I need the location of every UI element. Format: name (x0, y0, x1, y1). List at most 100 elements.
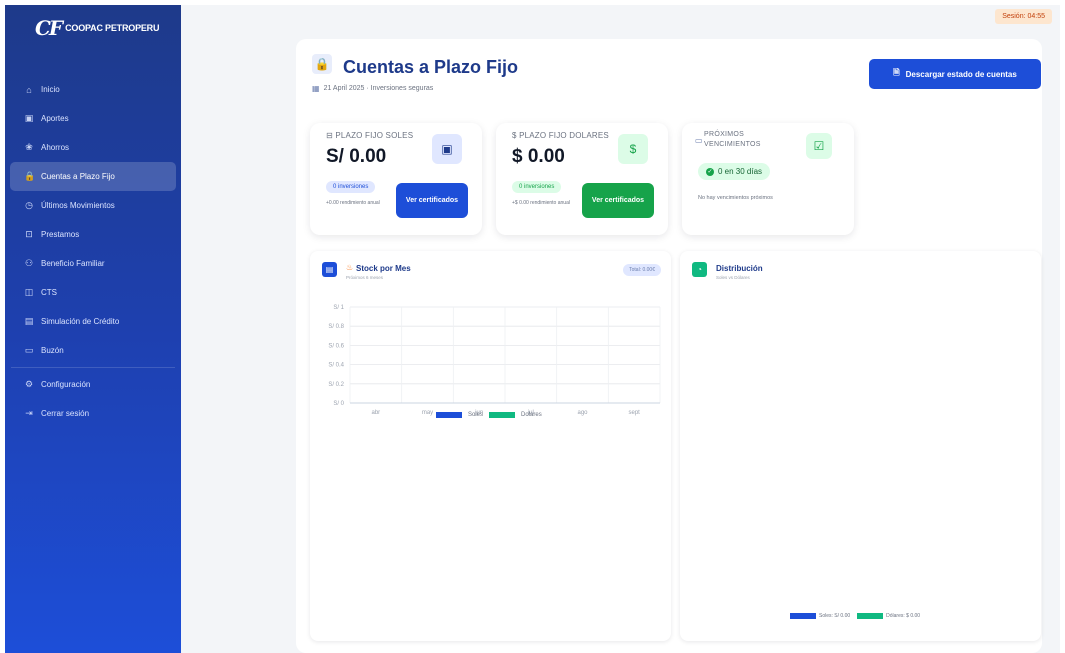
card-dolares-note: +$ 0.00 rendimiento anual (512, 200, 570, 206)
y-tick-label: S/ 1 (333, 305, 344, 311)
download-statement-label: Descargar estado de cuentas (905, 69, 1017, 79)
legend-dolares-swatch (489, 412, 516, 418)
x-tick-label: may (422, 410, 433, 416)
dist-legend-dolares-swatch (857, 613, 884, 619)
view-certificates-soles-button[interactable]: Ver certificados (396, 183, 468, 218)
y-tick-label: S/ 0.6 (328, 343, 344, 349)
document-icon: 🗎 (893, 68, 900, 77)
legend-dolares-label: Dolares (521, 412, 542, 418)
sidebar-item-beneficio-familiar[interactable]: ⚇ Beneficio Familiar (10, 249, 176, 278)
page-subtitle: ▦ 21 April 2025 · Inversiones seguras (312, 84, 433, 93)
brand-logo[interactable]: CF COOPAC PETROPERU (5, 5, 181, 51)
content-panel: 🔒 Cuentas a Plazo Fijo ▦ 21 April 2025 ·… (296, 39, 1042, 653)
stock-chart-legend: Soles Dolares (436, 412, 542, 418)
calendar-check-icon: ☑ (806, 133, 832, 159)
sidebar-item-label: Configuración (41, 380, 91, 389)
stock-chart-title: Stock por Mes (356, 264, 411, 273)
sidebar-item-label: Aportes (41, 114, 69, 123)
briefcase-icon: ⊡ (25, 229, 33, 239)
y-tick-label: S/ 0.8 (328, 324, 344, 330)
sidebar-item-buzon[interactable]: ▭ Buzón (10, 336, 176, 365)
sidebar-item-cuentas-a-plazo-fijo[interactable]: 🔒 Cuentas a Plazo Fijo (10, 162, 176, 191)
sidebar-item-inicio[interactable]: ⌂ Inicio (10, 75, 176, 104)
card-soles-note: +0.00 rendimiento anual (326, 200, 380, 206)
lock-icon: 🔒 (312, 54, 332, 74)
menu-separator (11, 367, 175, 368)
people-icon: ⚇ (24, 258, 34, 268)
dist-legend-dolares-label: Dólares: $ 0.00 (886, 613, 921, 619)
sidebar-item-simulacion-de-credito[interactable]: ▤ Simulación de Crédito (10, 307, 176, 336)
view-certificates-dolares-button[interactable]: Ver certificados (582, 183, 654, 218)
distribution-subtitle: Soles vs Dólares (716, 275, 750, 280)
card-proximos-vencimientos: ▭ PRÓXIMOS VENCIMIENTOS ☑ ✓ 0 en 30 días… (682, 123, 854, 235)
stock-chart: S/ 0S/ 0.2S/ 0.4S/ 0.6S/ 0.8S/ 1abr may ju… (328, 305, 661, 416)
chart-icon: ▤ (322, 262, 337, 277)
home-icon: ⌂ (26, 84, 32, 95)
distribution-legend: Soles: S/ 0.00 Dólares: $ 0.00 (790, 613, 920, 619)
card-icon: ▣ (24, 113, 34, 123)
stock-chart-panel: ▤ ♨ Stock por Mes Próximos 6 meses Total… (310, 251, 671, 641)
stock-total-tag: Total: 0.00€ (623, 264, 661, 276)
clock-icon: ◷ (25, 200, 33, 210)
sidebar-item-label: Beneficio Familiar (41, 259, 105, 268)
brand-name: COOPAC PETROPERU (65, 23, 160, 33)
y-tick-label: S/ 0.4 (328, 363, 344, 369)
fire-icon: ♨ (346, 263, 354, 272)
card-vencimientos-note: No hay vencimientos próximos (698, 195, 773, 201)
logo-mark: CF (35, 16, 63, 40)
gift-icon: ❀ (25, 142, 33, 152)
y-tick-label: S/ 0.2 (328, 382, 344, 388)
sidebar-item-prestamos[interactable]: ⊡ Prestamos (10, 220, 176, 249)
card-soles-icon: ⊟ (326, 131, 333, 140)
card-plazo-fijo-soles: ⊟ PLAZO FIJO SOLES S/ 0.00 ▣ 0 inversion… (310, 123, 482, 235)
stock-chart-subtitle: Próximos 6 meses (346, 275, 384, 280)
card-vencimientos-label: PRÓXIMOS VENCIMIENTOS (704, 131, 761, 148)
x-tick-label: abr (371, 410, 380, 416)
sidebar-item-label: Cerrar sesión (41, 409, 90, 418)
session-timer: Sesión: 04:55 (995, 9, 1052, 24)
card-plazo-fijo-dolares: $ PLAZO FIJO DOLARES $ 0.00 $ 0 inversio… (496, 123, 668, 235)
sidebar-item-label: Últimos Movimientos (41, 201, 115, 210)
sidebar-item-ahorros[interactable]: ❀ Ahorros (10, 133, 176, 162)
logout-icon: ⇥ (25, 408, 33, 418)
card-soles-label-text: PLAZO FIJO SOLES (335, 131, 414, 140)
download-statement-button[interactable]: 🗎 Descargar estado de cuentas (869, 59, 1041, 89)
calendar-icon: ▦ (312, 84, 320, 93)
card-soles-label: ⊟ PLAZO FIJO SOLES (326, 131, 413, 140)
card-soles-investments-badge: 0 inversiones (326, 181, 376, 193)
distribution-title: Distribución (716, 264, 763, 273)
page-title: Cuentas a Plazo Fijo (343, 57, 519, 77)
calendar-small-icon: ▭ (695, 136, 703, 145)
card-dolares-investments-badge: 0 inversiones (512, 181, 562, 193)
sidebar-item-aportes[interactable]: ▣ Aportes (10, 104, 176, 133)
dist-legend-soles-label: Soles: S/ 0.00 (819, 613, 851, 619)
wallet-icon: ◫ (24, 287, 34, 297)
y-tick-label: S/ 0 (333, 401, 344, 407)
sidebar-item-configuracion[interactable]: ⚙ Configuración (10, 370, 176, 399)
dist-legend-soles-swatch (790, 613, 816, 619)
check-circle-icon: ✓ (706, 167, 714, 176)
page-subtitle-text: 21 April 2025 · Inversiones seguras (323, 85, 434, 92)
inbox-icon: ▭ (24, 345, 34, 355)
distribution-panel: ◔ Distribución Soles vs Dólares Soles: S… (680, 251, 1041, 641)
vencimientos-30-days-text: 0 en 30 días (718, 167, 763, 176)
sidebar-item-cts[interactable]: ◫ CTS (10, 278, 176, 307)
sidebar-item-label: Cuentas a Plazo Fijo (41, 172, 115, 181)
sidebar-item-label: Buzón (41, 346, 64, 355)
legend-soles-swatch (436, 412, 462, 418)
legend-soles-label: Soles (468, 412, 484, 418)
sidebar-item-label: CTS (41, 288, 57, 297)
sidebar-item-ultimos-movimientos[interactable]: ◷ Últimos Movimientos (10, 191, 176, 220)
x-tick-label: sept (628, 410, 640, 416)
sidebar-item-label: Prestamos (41, 230, 80, 239)
lock-icon: 🔒 (24, 171, 36, 181)
dollar-icon: $ (618, 134, 648, 164)
money-icon: ▣ (432, 134, 462, 164)
x-tick-label: ago (577, 410, 588, 416)
calculator-icon: ▤ (24, 316, 34, 326)
vencimientos-30-days-badge: ✓ 0 en 30 días (698, 163, 771, 180)
sidebar-item-cerrar-sesion[interactable]: ⇥ Cerrar sesión (10, 399, 176, 428)
sidebar-item-label: Inicio (41, 85, 60, 94)
pie-chart-icon: ◔ (692, 262, 707, 277)
main-area: Sesión: 04:55 🔒 Cuentas a Plazo Fijo ▦ 2… (181, 5, 1060, 653)
